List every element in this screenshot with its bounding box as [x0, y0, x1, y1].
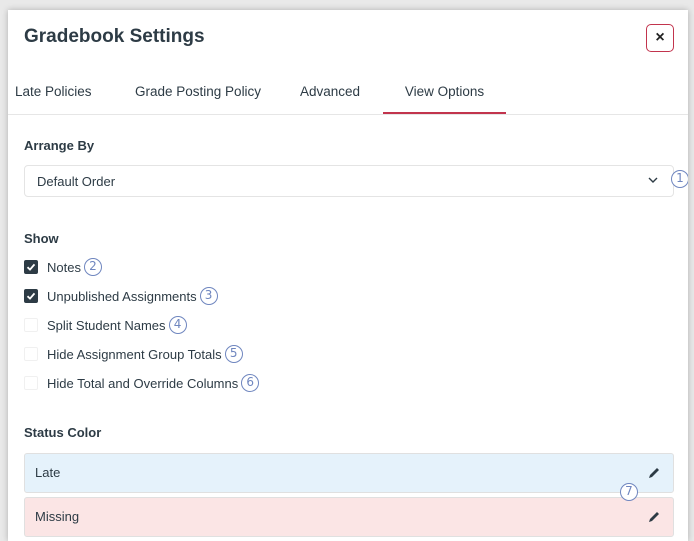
status-label: Late	[35, 465, 61, 480]
pencil-icon[interactable]	[647, 466, 661, 480]
arrange-by-select[interactable]: Default Order	[24, 165, 674, 197]
checkbox-unchecked	[24, 376, 38, 390]
callout-badge: 6	[241, 374, 260, 392]
checkbox-split-student-names[interactable]: Split Student Names 4	[24, 315, 187, 335]
close-button[interactable]: ×	[646, 24, 674, 52]
close-icon: ×	[655, 29, 665, 46]
dialog-title: Gradebook Settings	[24, 26, 205, 47]
checkbox-label: Unpublished Assignments	[47, 288, 197, 304]
callout-badge: 5	[224, 345, 243, 363]
checkbox-hide-assignment-group-totals[interactable]: Hide Assignment Group Totals 5	[24, 344, 243, 364]
status-label: Missing	[35, 509, 80, 524]
checkbox-checked	[24, 289, 38, 303]
callout-badge: 4	[168, 316, 187, 334]
checkbox-hide-total-override-columns[interactable]: Hide Total and Override Columns 6	[24, 373, 260, 393]
checkbox-unpublished-assignments[interactable]: Unpublished Assignments 3	[24, 286, 218, 306]
show-label: Show	[24, 231, 59, 246]
checkbox-checked	[24, 260, 38, 274]
callout-badge: 2	[83, 258, 102, 276]
arrange-by-label: Arrange By	[24, 138, 95, 153]
chevron-down-icon	[648, 177, 658, 183]
tab-late-policies[interactable]: Late Policies	[15, 70, 92, 114]
callout-badge: 3	[199, 287, 218, 305]
checkbox-unchecked	[24, 318, 38, 332]
checkbox-label: Notes	[47, 259, 81, 275]
callout-badge: 1	[671, 170, 688, 188]
tab-advanced[interactable]: Advanced	[300, 70, 360, 114]
checkbox-unchecked	[24, 347, 38, 361]
checkbox-label: Hide Assignment Group Totals	[47, 346, 222, 362]
checkbox-label: Hide Total and Override Columns	[47, 375, 239, 391]
status-color-missing: Missing	[24, 497, 674, 537]
tab-bar: Late Policies Grade Posting Policy Advan…	[8, 70, 688, 115]
tab-grade-posting-policy[interactable]: Grade Posting Policy	[135, 70, 261, 114]
checkbox-notes[interactable]: Notes 2	[24, 257, 102, 277]
checkmark-icon	[26, 292, 36, 300]
gradebook-settings-dialog: Gradebook Settings × Late Policies Grade…	[8, 10, 688, 541]
pencil-icon[interactable]	[647, 510, 661, 524]
checkbox-label: Split Student Names	[47, 317, 166, 333]
callout-badge: 7	[620, 483, 638, 501]
status-color-label: Status Color	[24, 425, 102, 440]
tab-view-options[interactable]: View Options	[383, 70, 506, 114]
arrange-by-value: Default Order	[37, 174, 116, 189]
checkmark-icon	[26, 263, 36, 271]
status-color-late: Late	[24, 453, 674, 493]
